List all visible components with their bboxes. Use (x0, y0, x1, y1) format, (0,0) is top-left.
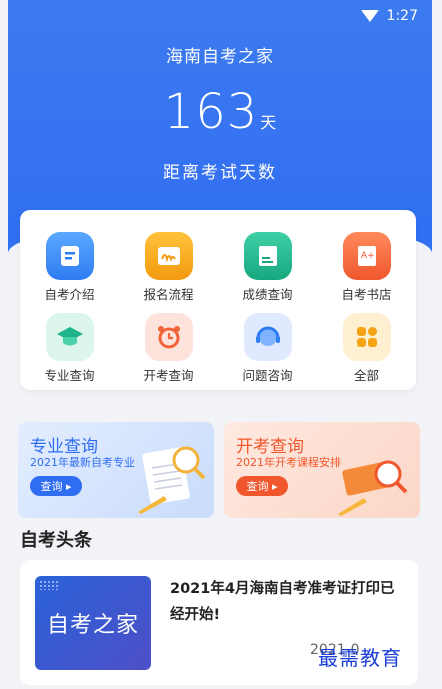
menu-item-all[interactable]: 全部 (317, 313, 416, 384)
banner-query-button[interactable]: 查询 ▸ (30, 476, 82, 496)
banner-subtitle: 2021年最新自考专业 (30, 456, 135, 469)
menu-item-exam-schedule[interactable]: 开考查询 (119, 313, 218, 384)
menu-item-major[interactable]: 专业查询 (20, 313, 119, 384)
signup-icon (144, 232, 193, 280)
document-magnifier-icon (138, 446, 206, 514)
app-title: 海南自考之家 (166, 47, 274, 67)
graduation-cap-icon (45, 313, 94, 361)
banner-exam-query[interactable]: 开考查询 2021年开考课程安排 查询 ▸ (224, 422, 420, 518)
news-thumbnail: 自考之家 (35, 576, 151, 670)
wifi-icon (360, 10, 379, 22)
banner-major-query[interactable]: 专业查询 2021年最新自考专业 查询 ▸ (18, 422, 214, 518)
countdown-label: 距离考试天数 (163, 163, 277, 183)
menu-item-scores[interactable]: 成绩查询 (218, 232, 317, 303)
status-time: 1:27 (386, 8, 418, 24)
book-store-icon: A+ (342, 232, 391, 280)
countdown: 163 天 (8, 84, 432, 140)
headset-icon (243, 313, 292, 361)
dots-decoration (39, 580, 59, 590)
menu-item-consult[interactable]: 问题咨询 (218, 313, 317, 384)
menu-item-bookstore[interactable]: A+ 自考书店 (317, 232, 416, 303)
menu-label: 自考书店 (341, 287, 392, 302)
menu-label: 问题咨询 (242, 368, 293, 383)
menu-label: 专业查询 (44, 368, 95, 383)
menu-item-signup[interactable]: 报名流程 (119, 232, 218, 303)
banner-query-button[interactable]: 查询 ▸ (236, 476, 288, 496)
scorecard-icon (243, 232, 292, 280)
menu-grid: 自考介绍 报名流程 成绩查询 A+ 自考书店 专业查询 开考查询 问题咨询 全部 (20, 232, 416, 384)
menu-label: 报名流程 (143, 287, 194, 302)
banner-subtitle: 2021年开考课程安排 (236, 456, 341, 469)
status-bar: 1:27 (360, 8, 418, 24)
menu-label: 自考介绍 (44, 287, 95, 302)
ticket-magnifier-icon (338, 460, 408, 516)
menu-item-intro[interactable]: 自考介绍 (20, 232, 119, 303)
news-section-title: 自考头条 (20, 530, 92, 551)
menu-label: 成绩查询 (242, 287, 293, 302)
menu-card: 自考介绍 报名流程 成绩查询 A+ 自考书店 专业查询 开考查询 问题咨询 全部 (20, 210, 416, 390)
menu-label: 全部 (353, 368, 379, 383)
document-icon (45, 232, 94, 280)
svg-text:A+: A+ (361, 251, 375, 261)
countdown-days: 163 (163, 84, 259, 140)
menu-label: 开考查询 (143, 368, 194, 383)
countdown-unit: 天 (260, 113, 277, 132)
grid-icon (342, 313, 391, 361)
news-title: 2021年4月海南自考准考证打印已经开始! (170, 581, 395, 623)
news-thumbnail-text: 自考之家 (46, 613, 139, 638)
watermark: 最需教育 (318, 646, 402, 670)
alarm-clock-icon (144, 313, 193, 361)
